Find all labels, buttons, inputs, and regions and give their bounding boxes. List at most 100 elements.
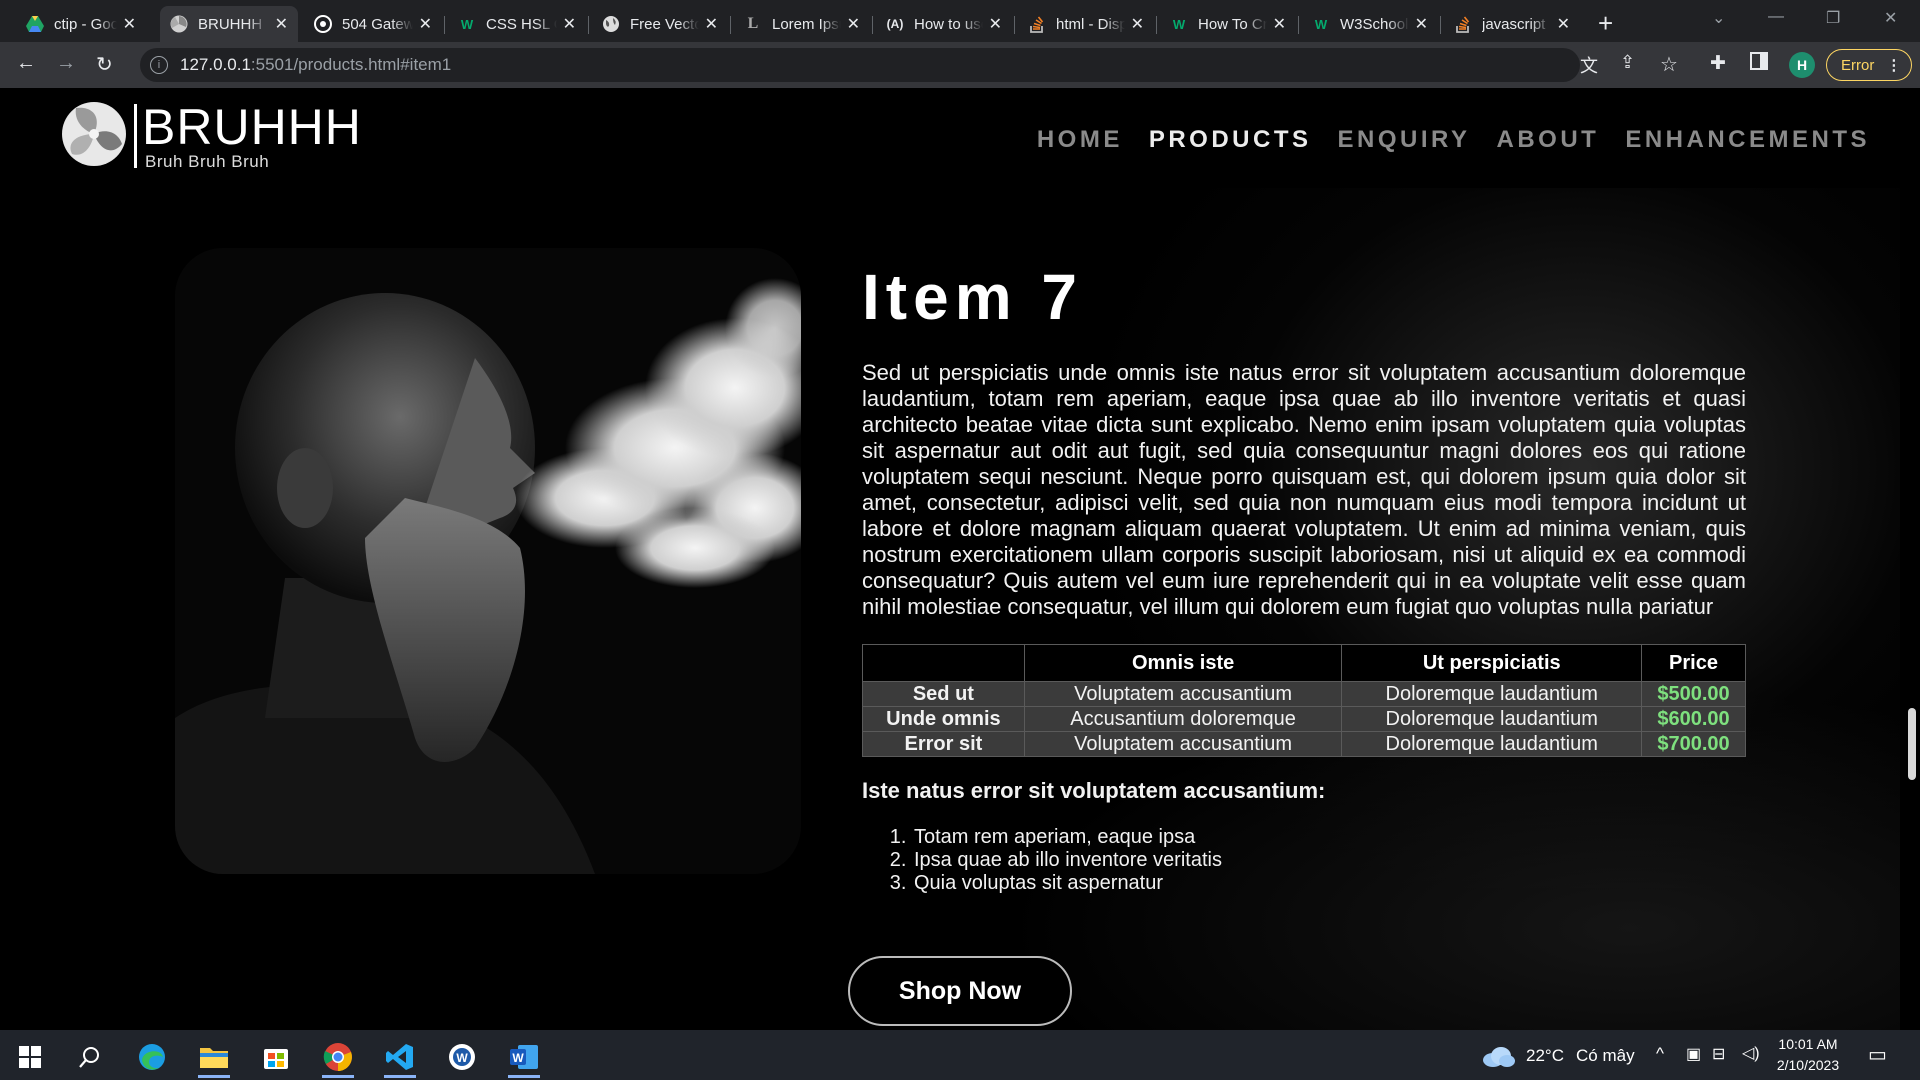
close-icon[interactable]: ✕ — [1273, 14, 1286, 34]
running-indicator — [198, 1075, 230, 1078]
search-icon[interactable] — [66, 1036, 114, 1078]
tab-title: javascript — [1482, 15, 1546, 33]
close-icon[interactable]: ✕ — [563, 14, 576, 34]
svg-text:W: W — [456, 1051, 468, 1065]
tab-search-icon[interactable]: ⌄ — [1712, 8, 1725, 28]
table-row-header: Unde omnis — [862, 706, 1025, 732]
taskbar-clock[interactable]: 10:01 AM 2/10/2023 — [1766, 1034, 1850, 1076]
product-specs-table: Omnis iste Ut perspiciatis Price Sed ut … — [862, 644, 1746, 757]
weather-cloud-icon[interactable] — [1478, 1036, 1518, 1078]
tab-9[interactable]: W W3Schools ✕ — [1302, 6, 1438, 42]
tab-7[interactable]: html - Display ✕ — [1018, 6, 1154, 42]
tab-5[interactable]: L Lorem Ipsum ✕ — [734, 6, 870, 42]
restore-icon[interactable]: ❐ — [1826, 8, 1840, 28]
address-bar[interactable]: i 127.0.0.1:5501/products.html#item1 — [140, 48, 1580, 82]
error-label: Error — [1841, 56, 1875, 74]
windows-start-icon[interactable] — [6, 1036, 54, 1078]
tab-separator — [872, 16, 873, 34]
tab-6[interactable]: (A) How to use ✕ — [876, 6, 1012, 42]
weather-description[interactable]: Có mây — [1576, 1046, 1635, 1066]
word-icon[interactable]: W — [500, 1036, 548, 1078]
table-header-row: Omnis iste Ut perspiciatis Price — [862, 644, 1746, 682]
volume-icon[interactable]: ◁) — [1742, 1043, 1760, 1063]
table-row-header: Error sit — [862, 731, 1025, 757]
share-icon[interactable]: ⇪ — [1620, 52, 1635, 73]
tab-0[interactable]: ctip - Google Drive ✕ — [16, 6, 146, 42]
page-content: BRUHHH Bruh Bruh Bruh HOME PRODUCTS ENQU… — [0, 88, 1920, 1030]
windows-app-icon[interactable]: W — [438, 1036, 486, 1078]
window-close-icon[interactable]: ✕ — [1884, 8, 1897, 28]
close-icon[interactable]: ✕ — [1131, 14, 1144, 34]
new-tab-icon[interactable]: + — [1598, 8, 1613, 39]
tab-2[interactable]: 504 Gateway Time-out ✕ — [304, 6, 442, 42]
tray-chevron-icon[interactable]: ^ — [1656, 1044, 1664, 1064]
a-icon: (A) — [886, 17, 904, 31]
close-icon[interactable]: ✕ — [419, 14, 432, 34]
close-icon[interactable]: ✕ — [705, 14, 718, 34]
site-info-icon[interactable]: i — [150, 56, 168, 74]
tab-8[interactable]: W How To Create ✕ — [1160, 6, 1296, 42]
close-icon[interactable]: ✕ — [989, 14, 1002, 34]
scrollbar-thumb[interactable] — [1908, 708, 1916, 780]
logo-divider — [134, 104, 137, 168]
edge-browser-icon[interactable] — [128, 1036, 176, 1078]
lorem-icon: L — [747, 15, 759, 32]
forward-icon[interactable]: → — [56, 52, 76, 75]
error-badge-button[interactable]: Error ⋮ — [1826, 49, 1912, 81]
table-cell: Voluptatem accusantium — [1023, 681, 1343, 707]
url-path: :5501/products.html#item1 — [250, 55, 452, 74]
clock-date: 2/10/2023 — [1776, 1057, 1840, 1073]
nav-products[interactable]: PRODUCTS — [1149, 126, 1312, 154]
tab-title: CSS HSL Colors — [486, 15, 557, 33]
site-logo-icon — [170, 15, 188, 33]
meet-now-icon[interactable]: ▣ — [1686, 1044, 1701, 1064]
close-icon[interactable]: ✕ — [1557, 14, 1570, 34]
nav-about[interactable]: ABOUT — [1496, 126, 1599, 154]
product-description: Sed ut perspiciatis unde omnis iste natu… — [862, 360, 1746, 619]
network-icon[interactable]: ⊟ — [1712, 1044, 1725, 1064]
close-icon[interactable]: ✕ — [1415, 14, 1428, 34]
extensions-icon[interactable]: ✚ — [1710, 52, 1726, 75]
running-indicator — [322, 1075, 354, 1078]
logo-mark-icon[interactable] — [62, 102, 126, 166]
tab-10[interactable]: javascript ✕ — [1444, 6, 1580, 42]
weather-temp[interactable]: 22°C — [1526, 1046, 1564, 1066]
windows-taskbar: W W 22°C Có mây ^ ▣ ⊟ ◁) ▭ — [0, 1030, 1920, 1080]
chrome-icon[interactable] — [314, 1036, 362, 1078]
notifications-icon[interactable]: ▭ — [1868, 1042, 1887, 1067]
tab-title: W3Schools — [1340, 15, 1409, 33]
tab-separator — [588, 16, 589, 34]
tab-title: ctip - Google Drive — [54, 15, 117, 33]
vscode-icon[interactable] — [376, 1036, 424, 1078]
close-icon[interactable]: ✕ — [275, 14, 288, 34]
w3schools-icon: W — [460, 16, 474, 32]
tab-separator — [1156, 16, 1157, 34]
file-explorer-icon[interactable] — [190, 1036, 238, 1078]
tab-1[interactable]: BRUHHH ✕ — [160, 6, 298, 42]
nav-enhancements[interactable]: ENHANCEMENTS — [1625, 126, 1870, 154]
tab-4[interactable]: Free Vectors ✕ — [592, 6, 728, 42]
shop-now-button[interactable]: Shop Now — [848, 956, 1072, 1026]
globe-icon — [602, 15, 620, 33]
list-item: Totam rem aperiam, eaque ipsa — [912, 826, 1222, 849]
logo-tagline: Bruh Bruh Bruh — [145, 152, 270, 171]
more-menu-icon[interactable]: ⋮ — [1886, 56, 1901, 74]
nav-home[interactable]: HOME — [1037, 126, 1123, 154]
translate-icon[interactable]: 文 — [1580, 52, 1598, 78]
minimize-icon[interactable]: — — [1768, 8, 1784, 26]
url-host: 127.0.0.1 — [180, 55, 251, 74]
side-panel-icon[interactable] — [1750, 52, 1768, 76]
table-header — [862, 644, 1025, 682]
table-cell: Doloremque laudantium — [1341, 681, 1643, 707]
table-row: Unde omnis Accusantium doloremque Dolore… — [862, 706, 1746, 732]
microsoft-store-icon[interactable] — [252, 1036, 300, 1078]
close-icon[interactable]: ✕ — [123, 14, 136, 34]
reload-icon[interactable]: ↻ — [96, 52, 113, 77]
close-icon[interactable]: ✕ — [847, 14, 860, 34]
bookmark-star-icon[interactable]: ☆ — [1660, 52, 1678, 77]
nav-enquiry[interactable]: ENQUIRY — [1338, 126, 1471, 154]
profile-avatar[interactable]: H — [1789, 52, 1815, 78]
back-icon[interactable]: ← — [16, 52, 36, 75]
logo-name[interactable]: BRUHHH — [142, 98, 362, 156]
tab-3[interactable]: W CSS HSL Colors ✕ — [448, 6, 586, 42]
